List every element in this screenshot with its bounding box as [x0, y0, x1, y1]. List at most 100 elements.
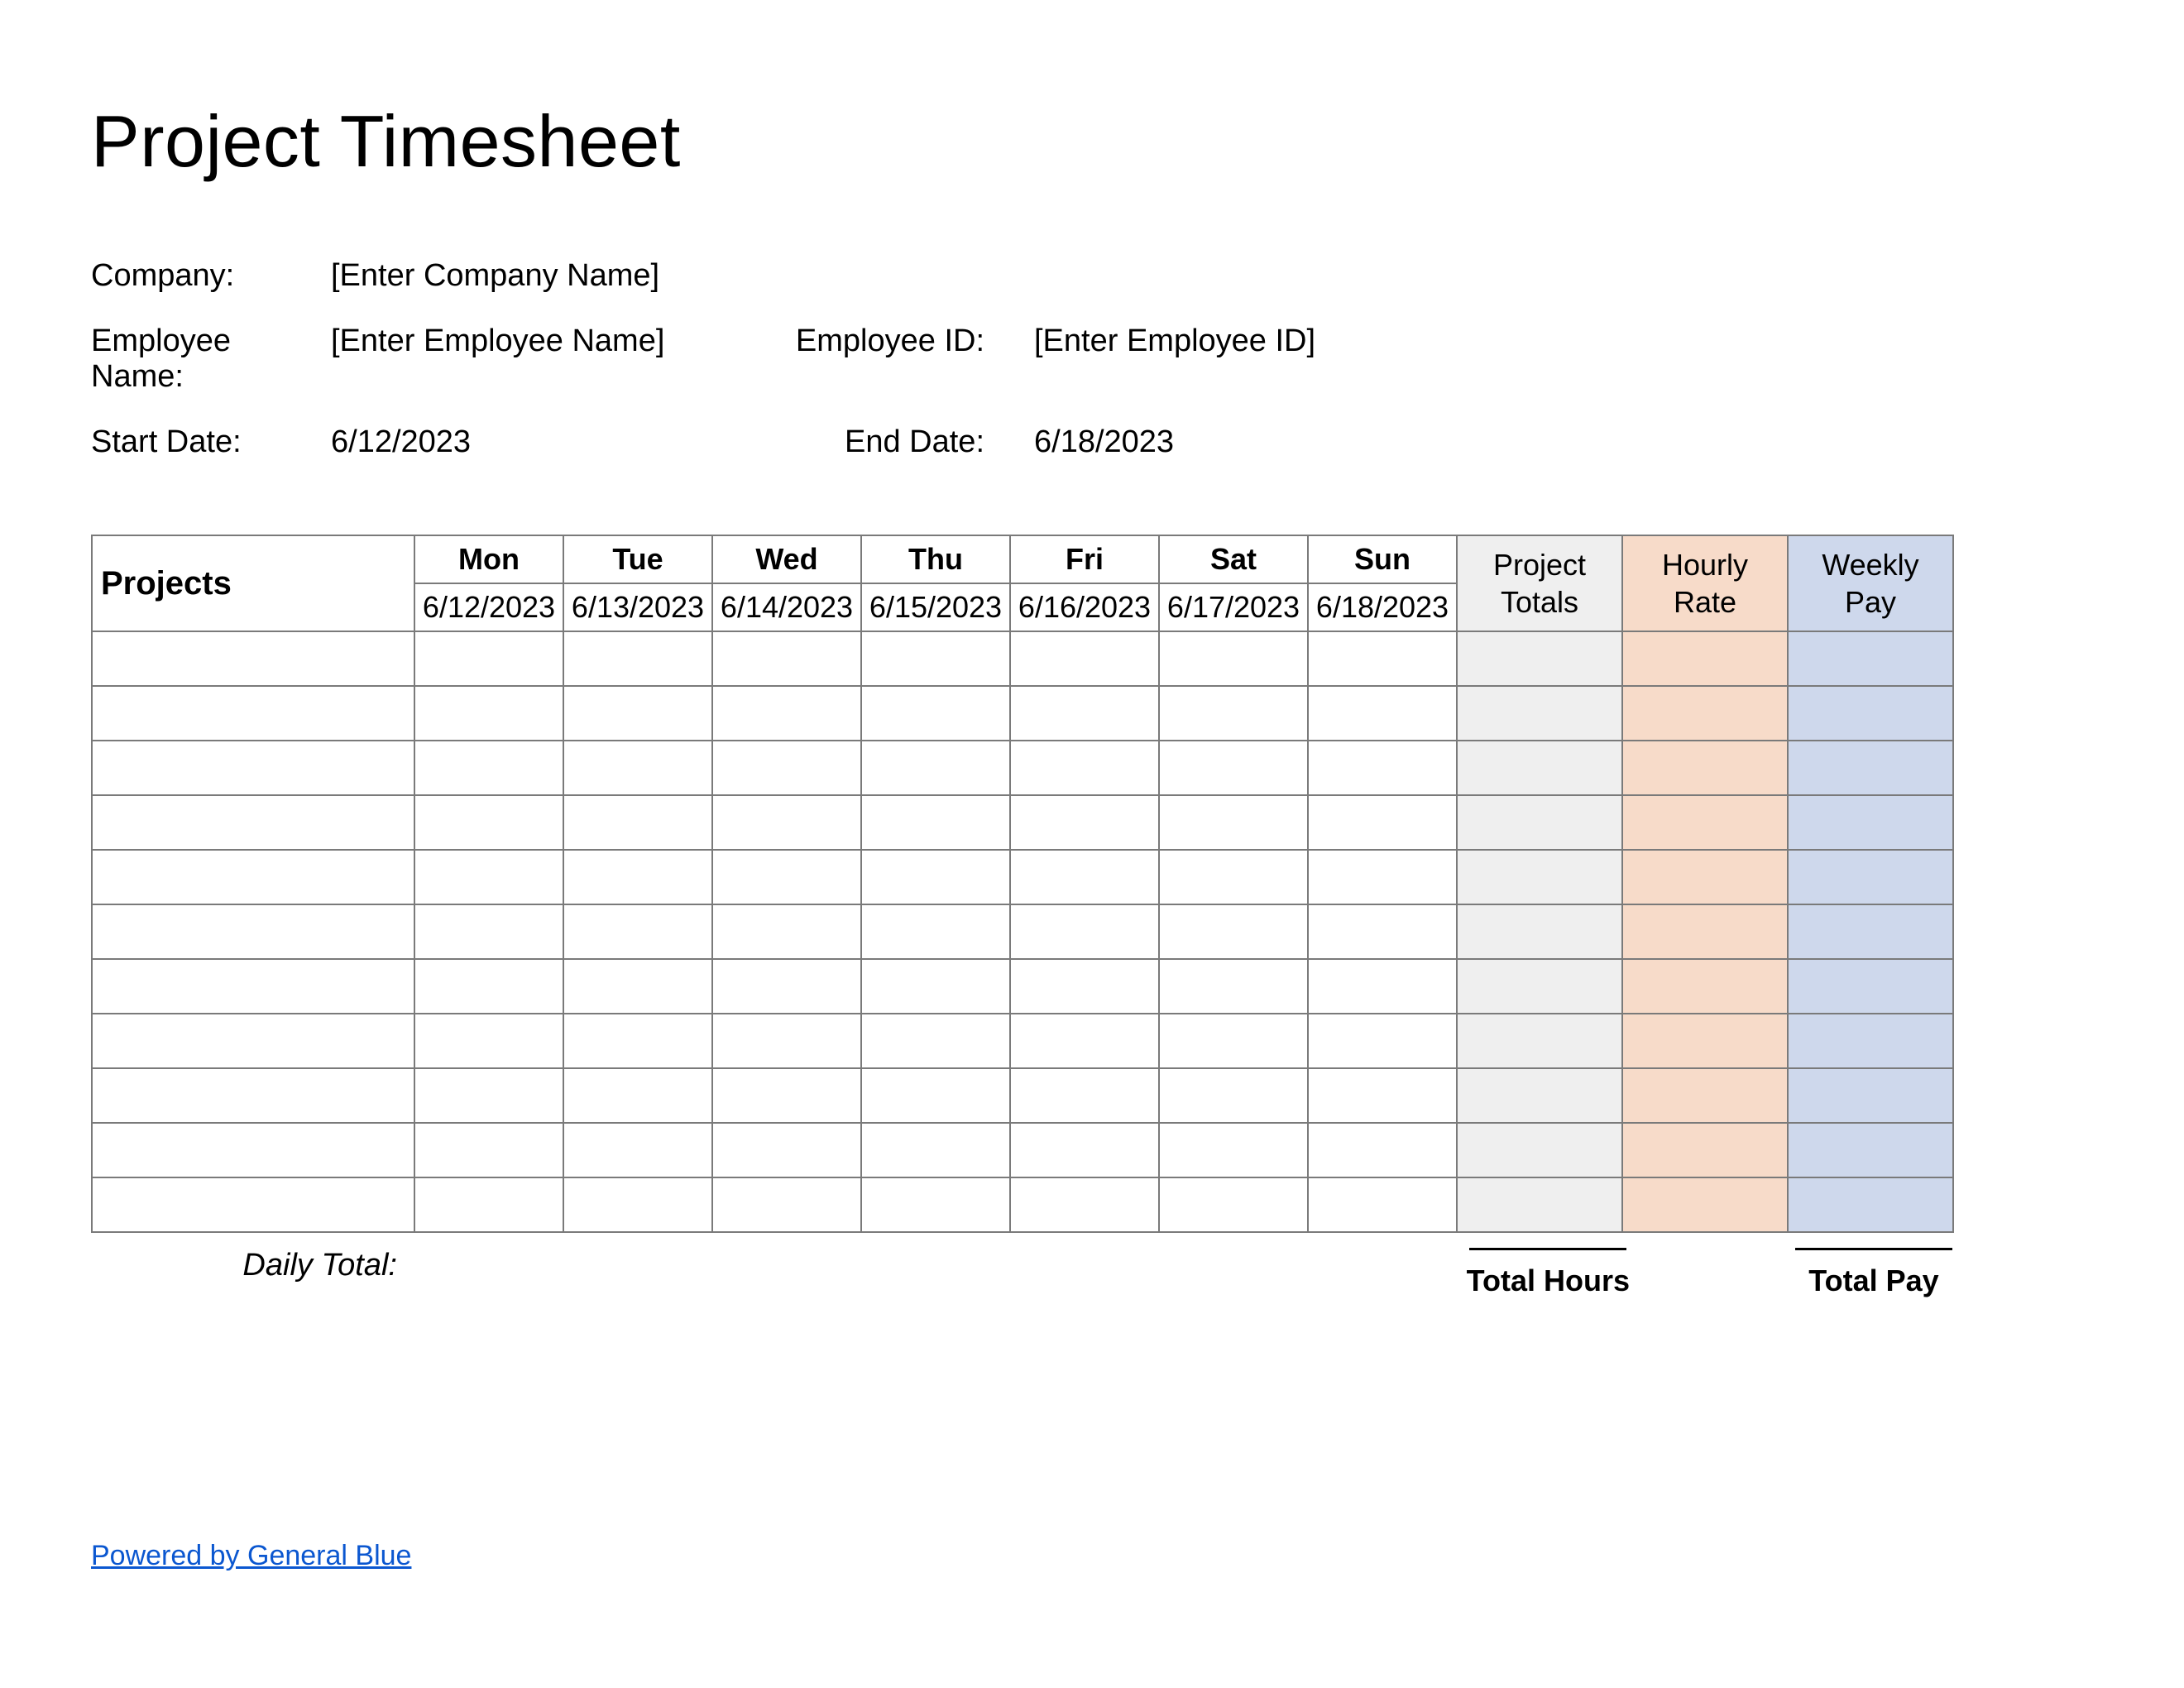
hours-cell[interactable] — [414, 904, 563, 959]
hourly-rate-cell[interactable] — [1622, 904, 1788, 959]
hourly-rate-cell[interactable] — [1622, 959, 1788, 1014]
hours-cell[interactable] — [414, 741, 563, 795]
project-name-cell[interactable] — [92, 959, 414, 1014]
hours-cell[interactable] — [1308, 631, 1457, 686]
hours-cell[interactable] — [861, 1177, 1010, 1232]
hours-cell[interactable] — [1308, 959, 1457, 1014]
project-name-cell[interactable] — [92, 686, 414, 741]
hours-cell[interactable] — [1010, 1068, 1159, 1123]
hourly-rate-cell[interactable] — [1622, 1068, 1788, 1123]
hours-cell[interactable] — [563, 1014, 712, 1068]
hours-cell[interactable] — [712, 795, 861, 850]
hours-cell[interactable] — [1159, 959, 1308, 1014]
hours-cell[interactable] — [1010, 904, 1159, 959]
hours-cell[interactable] — [414, 959, 563, 1014]
hours-cell[interactable] — [861, 686, 1010, 741]
project-total-cell[interactable] — [1457, 795, 1622, 850]
hours-cell[interactable] — [861, 850, 1010, 904]
project-total-cell[interactable] — [1457, 850, 1622, 904]
hours-cell[interactable] — [712, 741, 861, 795]
hourly-rate-cell[interactable] — [1622, 850, 1788, 904]
powered-by-link[interactable]: Powered by General Blue — [91, 1540, 411, 1572]
start-date-value[interactable]: 6/12/2023 — [331, 424, 794, 460]
hours-cell[interactable] — [414, 631, 563, 686]
hours-cell[interactable] — [712, 686, 861, 741]
hours-cell[interactable] — [1010, 850, 1159, 904]
hours-cell[interactable] — [1159, 1068, 1308, 1123]
hours-cell[interactable] — [712, 1014, 861, 1068]
hours-cell[interactable] — [712, 850, 861, 904]
project-name-cell[interactable] — [92, 1014, 414, 1068]
hours-cell[interactable] — [861, 631, 1010, 686]
hours-cell[interactable] — [563, 686, 712, 741]
hours-cell[interactable] — [712, 1177, 861, 1232]
hours-cell[interactable] — [1010, 1123, 1159, 1177]
project-name-cell[interactable] — [92, 1123, 414, 1177]
hourly-rate-cell[interactable] — [1622, 1177, 1788, 1232]
hours-cell[interactable] — [1308, 850, 1457, 904]
hours-cell[interactable] — [712, 631, 861, 686]
project-total-cell[interactable] — [1457, 1068, 1622, 1123]
hours-cell[interactable] — [563, 741, 712, 795]
hours-cell[interactable] — [1159, 631, 1308, 686]
hours-cell[interactable] — [1159, 904, 1308, 959]
hours-cell[interactable] — [1010, 959, 1159, 1014]
hours-cell[interactable] — [1159, 1014, 1308, 1068]
hours-cell[interactable] — [1308, 1123, 1457, 1177]
project-name-cell[interactable] — [92, 904, 414, 959]
project-total-cell[interactable] — [1457, 1177, 1622, 1232]
hourly-rate-cell[interactable] — [1622, 686, 1788, 741]
hours-cell[interactable] — [1010, 1177, 1159, 1232]
hours-cell[interactable] — [861, 1123, 1010, 1177]
hours-cell[interactable] — [1159, 1177, 1308, 1232]
hours-cell[interactable] — [1010, 631, 1159, 686]
hours-cell[interactable] — [712, 904, 861, 959]
hours-cell[interactable] — [563, 631, 712, 686]
hours-cell[interactable] — [1308, 1014, 1457, 1068]
hours-cell[interactable] — [1308, 1177, 1457, 1232]
project-total-cell[interactable] — [1457, 959, 1622, 1014]
hours-cell[interactable] — [712, 1068, 861, 1123]
end-date-value[interactable]: 6/18/2023 — [1034, 424, 1365, 460]
hourly-rate-cell[interactable] — [1622, 741, 1788, 795]
hours-cell[interactable] — [861, 795, 1010, 850]
project-name-cell[interactable] — [92, 795, 414, 850]
project-total-cell[interactable] — [1457, 1014, 1622, 1068]
hours-cell[interactable] — [1308, 741, 1457, 795]
hourly-rate-cell[interactable] — [1622, 631, 1788, 686]
employee-name-value[interactable]: [Enter Employee Name] — [331, 324, 794, 395]
hours-cell[interactable] — [1308, 904, 1457, 959]
hourly-rate-cell[interactable] — [1622, 1123, 1788, 1177]
project-name-cell[interactable] — [92, 631, 414, 686]
hours-cell[interactable] — [861, 1068, 1010, 1123]
hours-cell[interactable] — [1010, 1014, 1159, 1068]
project-name-cell[interactable] — [92, 850, 414, 904]
hours-cell[interactable] — [563, 1068, 712, 1123]
hours-cell[interactable] — [563, 850, 712, 904]
hourly-rate-cell[interactable] — [1622, 795, 1788, 850]
hours-cell[interactable] — [563, 904, 712, 959]
hours-cell[interactable] — [414, 1014, 563, 1068]
hours-cell[interactable] — [1159, 686, 1308, 741]
company-value[interactable]: [Enter Company Name] — [331, 258, 794, 294]
hours-cell[interactable] — [861, 959, 1010, 1014]
project-total-cell[interactable] — [1457, 904, 1622, 959]
employee-id-value[interactable]: [Enter Employee ID] — [1034, 324, 1365, 395]
project-total-cell[interactable] — [1457, 741, 1622, 795]
hours-cell[interactable] — [1010, 795, 1159, 850]
hours-cell[interactable] — [712, 959, 861, 1014]
hourly-rate-cell[interactable] — [1622, 1014, 1788, 1068]
hours-cell[interactable] — [1159, 850, 1308, 904]
hours-cell[interactable] — [861, 741, 1010, 795]
hours-cell[interactable] — [1010, 686, 1159, 741]
hours-cell[interactable] — [1159, 1123, 1308, 1177]
hours-cell[interactable] — [1308, 1068, 1457, 1123]
hours-cell[interactable] — [1159, 741, 1308, 795]
hours-cell[interactable] — [414, 795, 563, 850]
hours-cell[interactable] — [414, 850, 563, 904]
hours-cell[interactable] — [414, 1177, 563, 1232]
hours-cell[interactable] — [563, 1123, 712, 1177]
hours-cell[interactable] — [1308, 686, 1457, 741]
project-total-cell[interactable] — [1457, 1123, 1622, 1177]
hours-cell[interactable] — [563, 959, 712, 1014]
